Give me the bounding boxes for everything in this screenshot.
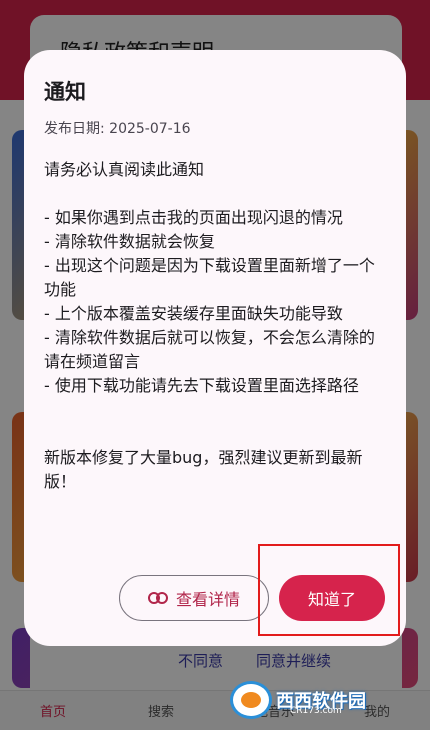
body-line: - 清除软件数据后就可以恢复，不会怎么清除的请在频道留言 xyxy=(44,328,375,371)
view-details-button[interactable]: 查看详情 xyxy=(119,575,269,621)
body-blank xyxy=(44,422,388,446)
dialog-body: 请务必认真阅读此通知 - 如果你遇到点击我的页面出现闪退的情况 - 清除软件数据… xyxy=(44,158,388,494)
body-line: 请务必认真阅读此通知 xyxy=(44,160,205,179)
link-icon xyxy=(147,592,168,604)
body-blank xyxy=(44,398,388,422)
body-line: 新版本修复了大量bug，强烈建议更新到最新版！ xyxy=(44,448,363,491)
view-details-label: 查看详情 xyxy=(175,590,240,609)
body-line: - 清除软件数据就会恢复 xyxy=(44,232,215,251)
publish-date: 发布日期: 2025-07-16 xyxy=(44,121,191,137)
body-line: - 如果你遇到点击我的页面出现闪退的情况 xyxy=(44,208,343,227)
watermark-logo-icon xyxy=(230,681,272,719)
body-line: - 出现这个问题是因为下载设置里面新增了一个功能 xyxy=(44,256,375,299)
body-blank xyxy=(44,182,388,206)
highlight-annotation-box xyxy=(258,544,400,636)
body-line: - 上个版本覆盖安装缓存里面缺失功能导致 xyxy=(44,304,343,323)
body-line: - 使用下载功能请先去下载设置里面选择路径 xyxy=(44,376,359,395)
dialog-title: 通知 xyxy=(44,80,86,104)
watermark-subtext: CR173.com xyxy=(290,706,342,716)
